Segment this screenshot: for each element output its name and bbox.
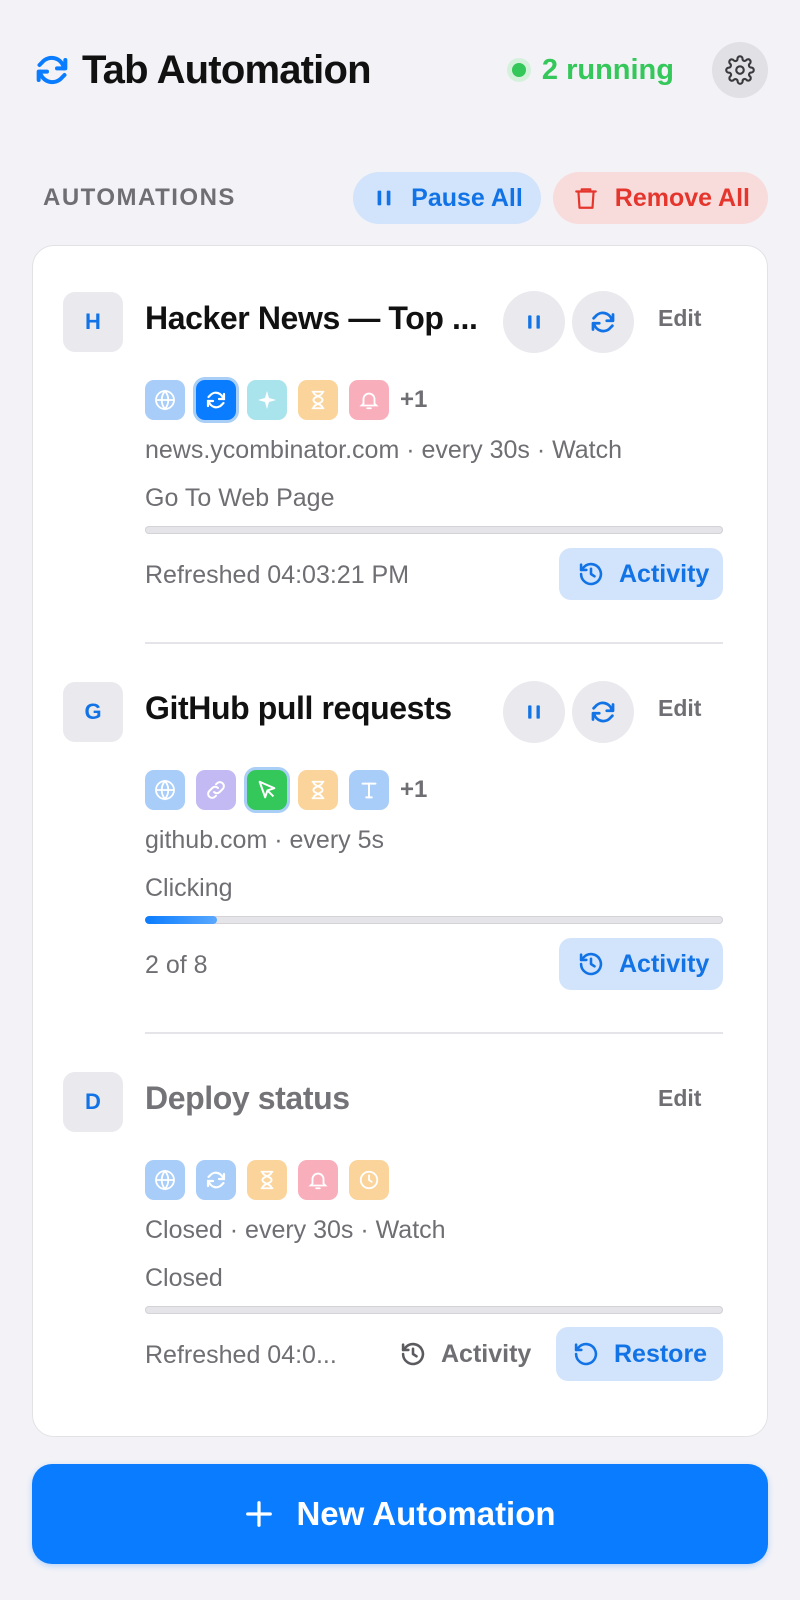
pause-icon [377, 190, 391, 206]
section-title: AUTOMATIONS [43, 184, 236, 211]
more-steps-count: +1 [400, 386, 428, 413]
automation-item[interactable]: G GitHub pull requests Edit +1 github.co… [33, 636, 767, 1034]
avatar: H [63, 292, 123, 352]
automations-section-header: AUTOMATIONS Pause All Remove All [32, 171, 768, 225]
refresh-button[interactable] [572, 291, 634, 353]
running-status: 2 running [511, 53, 674, 87]
refresh-icon [591, 311, 615, 333]
globe-icon [145, 380, 185, 420]
automation-meta: news.ycombinator.com · every 30s · Watch [145, 436, 623, 464]
automation-item[interactable]: D Deploy status Edit Closed · every 30s … [33, 1026, 767, 1424]
pause-icon [528, 315, 540, 329]
last-refreshed: Refreshed 04:0... [145, 1341, 337, 1369]
automation-name[interactable]: Deploy status [145, 1080, 350, 1117]
history-icon [579, 952, 603, 976]
refresh-icon [36, 55, 68, 85]
restore-button[interactable]: Restore [556, 1327, 723, 1381]
step-icons: +1 [145, 770, 427, 810]
new-automation-button[interactable]: New Automation [32, 1464, 768, 1564]
plus-icon [246, 1501, 273, 1527]
automations-list: H Hacker News — Top ... Edit +1 news.yco… [32, 245, 768, 1437]
automation-item[interactable]: H Hacker News — Top ... Edit +1 news.yco… [33, 246, 767, 644]
pause-all-label: Pause All [411, 183, 523, 212]
step-progress: 2 of 8 [145, 951, 208, 979]
globe-icon [145, 770, 185, 810]
pause-icon [528, 705, 540, 719]
avatar: D [63, 1072, 123, 1132]
hourglass-icon [298, 770, 338, 810]
progress-bar [145, 526, 723, 534]
history-icon [401, 1342, 425, 1366]
automation-name[interactable]: GitHub pull requests [145, 690, 452, 727]
remove-all-button[interactable]: Remove All [552, 172, 768, 224]
bell-icon [349, 380, 389, 420]
restore-label: Restore [614, 1339, 708, 1368]
activity-button[interactable]: Activity [399, 1328, 549, 1380]
refresh-button[interactable] [572, 681, 634, 743]
pause-all-button[interactable]: Pause All [353, 172, 541, 224]
header: Tab Automation 2 running [32, 40, 768, 100]
refresh-icon [196, 1160, 236, 1200]
activity-button[interactable]: Activity [559, 548, 723, 600]
globe-icon [145, 1160, 185, 1200]
last-refreshed: Refreshed 04:03:21 PM [145, 561, 410, 589]
step-icons: +1 [145, 380, 427, 420]
automation-status: Closed [145, 1264, 223, 1292]
link-icon [196, 770, 236, 810]
automation-name[interactable]: Hacker News — Top ... [145, 300, 478, 337]
scroll-fade [33, 1386, 767, 1436]
pause-button[interactable] [503, 291, 565, 353]
new-automation-label: New Automation [296, 1495, 556, 1532]
automation-meta: github.com · every 5s [145, 826, 384, 854]
sparkle-icon [247, 380, 287, 420]
edit-button[interactable]: Edit [658, 1085, 701, 1112]
cursor-icon [247, 770, 287, 810]
refresh-icon [196, 380, 236, 420]
progress-bar [145, 916, 723, 924]
more-steps-count: +1 [400, 776, 428, 803]
activity-button[interactable]: Activity [559, 938, 723, 990]
trash-icon [574, 188, 597, 209]
text-icon [349, 770, 389, 810]
progress-fill [145, 916, 218, 924]
progress-bar [145, 1306, 723, 1314]
automation-status: Clicking [145, 874, 233, 902]
running-count: 2 running [541, 53, 674, 86]
edit-button[interactable]: Edit [658, 695, 701, 722]
edit-button[interactable]: Edit [658, 305, 701, 332]
automation-meta: Closed · every 30s · Watch [145, 1216, 446, 1244]
running-dot [511, 63, 526, 77]
refresh-icon [591, 701, 615, 723]
settings-button[interactable] [712, 42, 768, 98]
automation-status: Go To Web Page [145, 484, 335, 512]
gear-icon [725, 55, 755, 85]
hourglass-icon [298, 380, 338, 420]
bell-icon [298, 1160, 338, 1200]
clock-icon [349, 1160, 389, 1200]
activity-label: Activity [619, 559, 710, 588]
activity-label: Activity [441, 1339, 532, 1368]
history-icon [579, 562, 603, 586]
restore-icon [574, 1342, 598, 1366]
step-icons [145, 1160, 400, 1200]
avatar: G [63, 682, 123, 742]
pause-button[interactable] [503, 681, 565, 743]
activity-label: Activity [619, 949, 710, 978]
app-title: Tab Automation [82, 47, 372, 92]
hourglass-icon [247, 1160, 287, 1200]
remove-all-label: Remove All [614, 183, 750, 212]
